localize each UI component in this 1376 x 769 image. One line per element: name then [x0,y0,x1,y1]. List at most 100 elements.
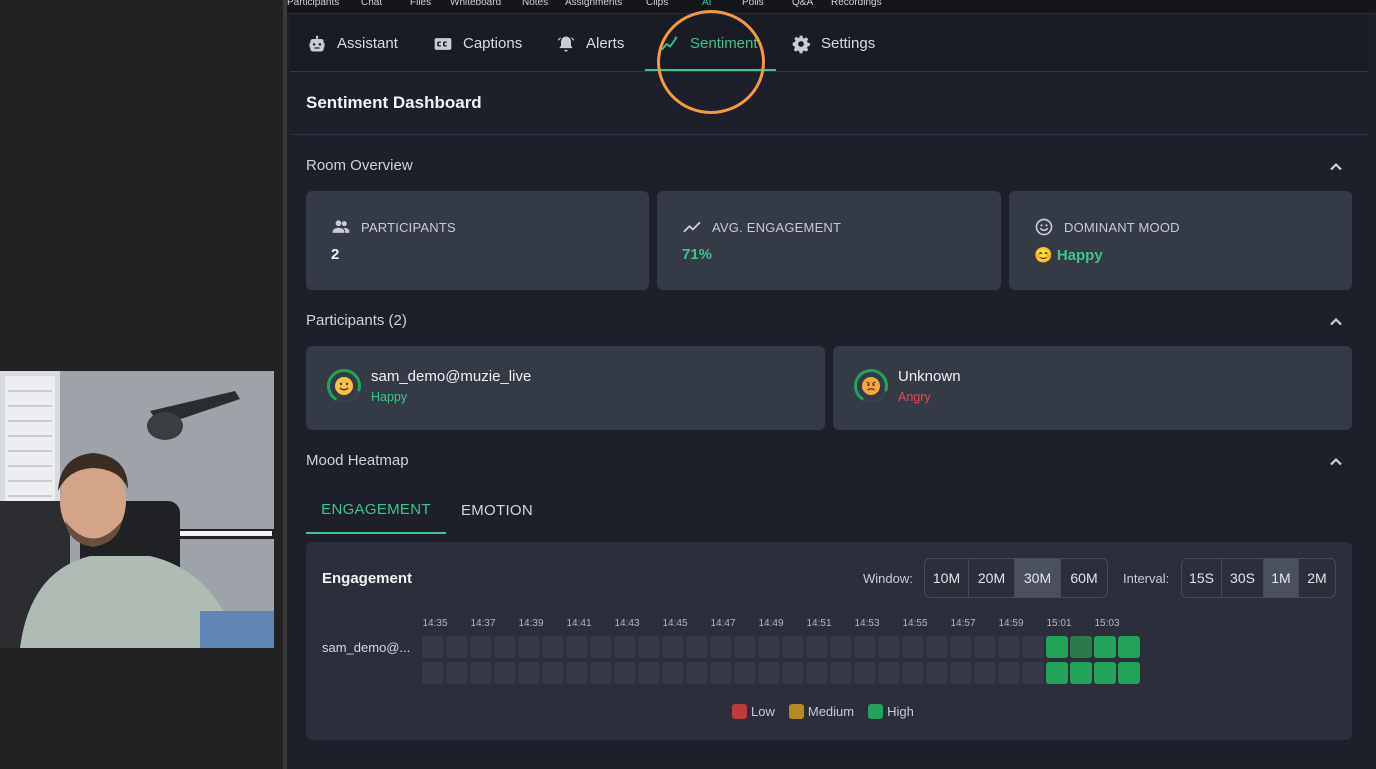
nav-polls[interactable]: Polls [742,0,764,8]
tab-alerts[interactable]: Alerts [556,15,624,72]
heatmap-cell[interactable] [494,636,516,658]
window-option-20m[interactable]: 20M [969,559,1015,597]
heatmap-cell[interactable] [446,636,468,658]
nav-chat[interactable]: Chat [361,0,382,8]
heatmap-cell[interactable] [830,636,852,658]
heatmap-cell[interactable] [734,662,756,684]
heatmap-cell[interactable] [902,636,924,658]
collapse-room-overview-button[interactable] [1328,159,1344,175]
heatmap-cell[interactable] [1046,636,1068,658]
heatmap-cell[interactable] [782,662,804,684]
interval-option-2m[interactable]: 2M [1299,559,1335,597]
nav-clips[interactable]: Clips [646,0,668,8]
heatmap-cell[interactable] [926,636,948,658]
heatmap-cell[interactable] [854,636,876,658]
heatmap-cell[interactable] [422,662,444,684]
heatmap-cell[interactable] [1118,662,1140,684]
heatmap-cell[interactable] [1022,662,1044,684]
nav-files[interactable]: Files [410,0,431,8]
participant-card[interactable]: sam_demo@muzie_live Happy [306,346,825,430]
window-option-10m[interactable]: 10M [925,559,969,597]
heatmap-cell[interactable] [878,662,900,684]
subtab-emotion[interactable]: EMOTION [446,487,548,534]
heatmap-cell[interactable] [710,662,732,684]
interval-option-30s[interactable]: 30S [1222,559,1264,597]
heatmap-cell[interactable] [566,636,588,658]
heatmap-cell[interactable] [662,636,684,658]
heatmap-cell[interactable] [1094,662,1116,684]
interval-option-15s[interactable]: 15S [1182,559,1222,597]
heatmap-cell[interactable] [590,662,612,684]
heatmap-cell[interactable] [614,662,636,684]
tab-sentiment[interactable]: Sentiment [660,15,758,72]
heatmap-cell[interactable] [902,662,924,684]
heatmap-cell[interactable] [638,636,660,658]
tab-settings[interactable]: Settings [791,15,875,72]
legend-label: Low [751,704,775,719]
heatmap-cell[interactable] [494,662,516,684]
heatmap-cell[interactable] [1070,662,1092,684]
heatmap-cell[interactable] [974,662,996,684]
heatmap-cell[interactable] [518,662,540,684]
heatmap-cell[interactable] [542,636,564,658]
heatmap-cell[interactable] [686,662,708,684]
heatmap-cell[interactable] [998,636,1020,658]
heatmap-cell[interactable] [710,636,732,658]
heatmap-cell[interactable] [662,662,684,684]
nav-participants[interactable]: Participants [287,0,339,8]
heatmap-cell[interactable] [566,662,588,684]
collapse-heatmap-button[interactable] [1328,454,1344,470]
heatmap-cell[interactable] [806,662,828,684]
heatmap-cell[interactable] [758,662,780,684]
heatmap-cell[interactable] [542,662,564,684]
tab-captions[interactable]: Captions [433,15,522,72]
nav-whiteboard[interactable]: Whiteboard [450,0,501,8]
participant-video-tile[interactable] [0,371,274,648]
heatmap-cell[interactable] [830,662,852,684]
heatmap-cell[interactable] [734,636,756,658]
interval-selector: 15S 30S 1M 2M [1181,558,1336,598]
heatmap-cell[interactable] [878,636,900,658]
nav-recordings[interactable]: Recordings [831,0,882,8]
heatmap-cell[interactable] [782,636,804,658]
heatmap-cell[interactable] [686,636,708,658]
heatmap-cell[interactable] [518,636,540,658]
participant-card[interactable]: Unknown Angry [833,346,1352,430]
heatmap-cell[interactable] [446,662,468,684]
heatmap-cell[interactable] [806,636,828,658]
heatmap-cell[interactable] [1094,636,1116,658]
heatmap-cell[interactable] [590,636,612,658]
nav-notes[interactable]: Notes [522,0,548,8]
participants-section-title: Participants (2) [306,312,407,329]
heatmap-cell[interactable] [974,636,996,658]
heatmap-cell[interactable] [422,636,444,658]
heatmap-cell[interactable] [614,636,636,658]
heatmap-cell[interactable] [1070,636,1092,658]
heatmap-cell[interactable] [854,662,876,684]
heatmap-cell[interactable] [950,636,972,658]
interval-label: Interval: [1123,571,1170,586]
nav-ai[interactable]: AI [702,0,711,8]
collapse-participants-button[interactable] [1328,314,1344,330]
heatmap-cell[interactable] [1022,636,1044,658]
subtab-engagement[interactable]: ENGAGEMENT [306,487,446,534]
robot-icon [309,35,325,51]
heatmap-cell[interactable] [758,636,780,658]
window-option-60m[interactable]: 60M [1061,559,1107,597]
legend-swatch [732,704,747,719]
nav-assignments[interactable]: Assignments [565,0,622,8]
heatmap-cell[interactable] [638,662,660,684]
chevron-up-icon [1330,317,1342,326]
window-label: Window: [863,571,913,586]
heatmap-cell[interactable] [470,662,492,684]
nav-qa[interactable]: Q&A [792,0,813,8]
interval-option-1m[interactable]: 1M [1264,559,1299,597]
heatmap-cell[interactable] [998,662,1020,684]
tab-assistant[interactable]: Assistant [307,15,398,72]
heatmap-cell[interactable] [950,662,972,684]
window-option-30m[interactable]: 30M [1015,559,1061,597]
heatmap-cell[interactable] [1118,636,1140,658]
heatmap-cell[interactable] [926,662,948,684]
heatmap-cell[interactable] [1046,662,1068,684]
heatmap-cell[interactable] [470,636,492,658]
